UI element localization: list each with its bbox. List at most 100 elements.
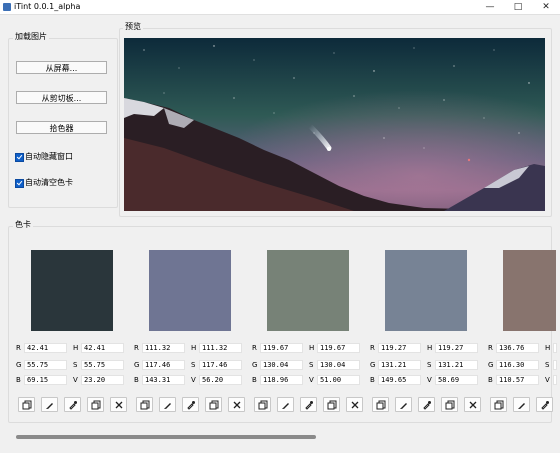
color-swatch[interactable] xyxy=(267,250,349,331)
delete-button[interactable] xyxy=(346,397,363,412)
preview-title: 预览 xyxy=(123,22,143,32)
channel-label-g: G xyxy=(488,361,494,369)
from-screen-button[interactable]: 从屏幕... xyxy=(16,61,107,74)
eyedropper-button[interactable] xyxy=(300,397,317,412)
channel-label-s: S xyxy=(191,361,196,369)
value-field-g[interactable]: 131.21 xyxy=(378,360,421,370)
value-field-r[interactable]: 119.67 xyxy=(260,343,303,353)
auto-hide-checkbox[interactable] xyxy=(15,153,24,162)
value-field-h[interactable]: 119.27 xyxy=(435,343,478,353)
value-field-b[interactable]: 149.65 xyxy=(378,375,421,385)
channel-label-b: B xyxy=(134,376,139,384)
value-field-s[interactable]: 130.04 xyxy=(317,360,360,370)
value-field-s[interactable]: 117.46 xyxy=(199,360,242,370)
value-field-g[interactable]: 130.04 xyxy=(260,360,303,370)
value-field-v[interactable]: 23.20 xyxy=(81,375,124,385)
copy-button[interactable] xyxy=(254,397,271,412)
palette-title: 色卡 xyxy=(13,220,33,230)
copy-button[interactable] xyxy=(490,397,507,412)
window-title: iTint 0.0.1_alpha xyxy=(14,2,81,11)
pen-button[interactable] xyxy=(513,397,530,412)
preview-image xyxy=(124,38,545,211)
channel-label-g: G xyxy=(370,361,376,369)
channel-label-s: S xyxy=(309,361,314,369)
duplicate-button[interactable] xyxy=(87,397,104,412)
channel-label-b: B xyxy=(370,376,375,384)
value-field-g[interactable]: 55.75 xyxy=(24,360,67,370)
copy-button[interactable] xyxy=(136,397,153,412)
value-field-v[interactable]: 58.69 xyxy=(435,375,478,385)
delete-button[interactable] xyxy=(110,397,127,412)
value-field-g[interactable]: 116.30 xyxy=(496,360,539,370)
auto-hide-label: 自动隐藏窗口 xyxy=(25,152,73,161)
channel-label-h: H xyxy=(427,344,433,352)
value-field-r[interactable]: 119.27 xyxy=(378,343,421,353)
channel-label-h: H xyxy=(191,344,197,352)
color-swatch[interactable] xyxy=(149,250,231,331)
value-field-r[interactable]: 111.32 xyxy=(142,343,185,353)
eyedropper-button[interactable] xyxy=(536,397,553,412)
color-swatch[interactable] xyxy=(385,250,467,331)
value-field-g[interactable]: 117.46 xyxy=(142,360,185,370)
channel-label-s: S xyxy=(545,361,550,369)
pen-button[interactable] xyxy=(41,397,58,412)
color-swatch[interactable] xyxy=(31,250,113,331)
value-field-b[interactable]: 143.31 xyxy=(142,375,185,385)
channel-label-v: V xyxy=(191,376,196,384)
delete-button[interactable] xyxy=(228,397,245,412)
auto-clear-checkbox[interactable] xyxy=(15,179,24,188)
value-field-b[interactable]: 69.15 xyxy=(24,375,67,385)
color-swatch[interactable] xyxy=(503,250,556,331)
channel-label-h: H xyxy=(309,344,315,352)
channel-label-g: G xyxy=(134,361,140,369)
channel-label-s: S xyxy=(73,361,78,369)
duplicate-button[interactable] xyxy=(323,397,340,412)
value-field-s[interactable] xyxy=(553,360,557,370)
value-field-b[interactable]: 118.96 xyxy=(260,375,303,385)
pen-button[interactable] xyxy=(159,397,176,412)
channel-label-g: G xyxy=(16,361,22,369)
eyedropper-button[interactable] xyxy=(64,397,81,412)
pen-button[interactable] xyxy=(395,397,412,412)
copy-button[interactable] xyxy=(18,397,35,412)
color-picker-button[interactable]: 拾色器 xyxy=(16,121,107,134)
value-field-v[interactable] xyxy=(553,375,557,385)
value-field-r[interactable]: 136.76 xyxy=(496,343,539,353)
channel-label-g: G xyxy=(252,361,258,369)
channel-label-b: B xyxy=(252,376,257,384)
minimize-button[interactable]: — xyxy=(476,0,504,14)
value-field-s[interactable]: 55.75 xyxy=(81,360,124,370)
channel-label-b: B xyxy=(488,376,493,384)
channel-label-h: H xyxy=(545,344,551,352)
channel-label-b: B xyxy=(16,376,21,384)
value-field-v[interactable]: 51.00 xyxy=(317,375,360,385)
value-field-r[interactable]: 42.41 xyxy=(24,343,67,353)
horizontal-scrollbar-thumb[interactable] xyxy=(16,435,316,439)
channel-label-v: V xyxy=(309,376,314,384)
channel-label-r: R xyxy=(370,344,375,352)
channel-label-r: R xyxy=(252,344,257,352)
from-clipboard-button[interactable]: 从剪切板... xyxy=(16,91,107,104)
copy-button[interactable] xyxy=(372,397,389,412)
value-field-h[interactable] xyxy=(553,343,557,353)
pen-button[interactable] xyxy=(277,397,294,412)
close-button[interactable]: ✕ xyxy=(532,0,560,14)
value-field-h[interactable]: 42.41 xyxy=(81,343,124,353)
value-field-s[interactable]: 131.21 xyxy=(435,360,478,370)
value-field-h[interactable]: 111.32 xyxy=(199,343,242,353)
channel-label-v: V xyxy=(545,376,550,384)
duplicate-button[interactable] xyxy=(441,397,458,412)
channel-label-v: V xyxy=(427,376,432,384)
duplicate-button[interactable] xyxy=(205,397,222,412)
channel-label-v: V xyxy=(73,376,78,384)
load-image-title: 加载图片 xyxy=(13,32,49,42)
value-field-h[interactable]: 119.67 xyxy=(317,343,360,353)
eyedropper-button[interactable] xyxy=(182,397,199,412)
value-field-v[interactable]: 56.20 xyxy=(199,375,242,385)
maximize-button[interactable]: □ xyxy=(504,0,532,14)
app-icon xyxy=(3,3,11,11)
delete-button[interactable] xyxy=(464,397,481,412)
value-field-b[interactable]: 110.57 xyxy=(496,375,539,385)
eyedropper-button[interactable] xyxy=(418,397,435,412)
channel-label-r: R xyxy=(134,344,139,352)
